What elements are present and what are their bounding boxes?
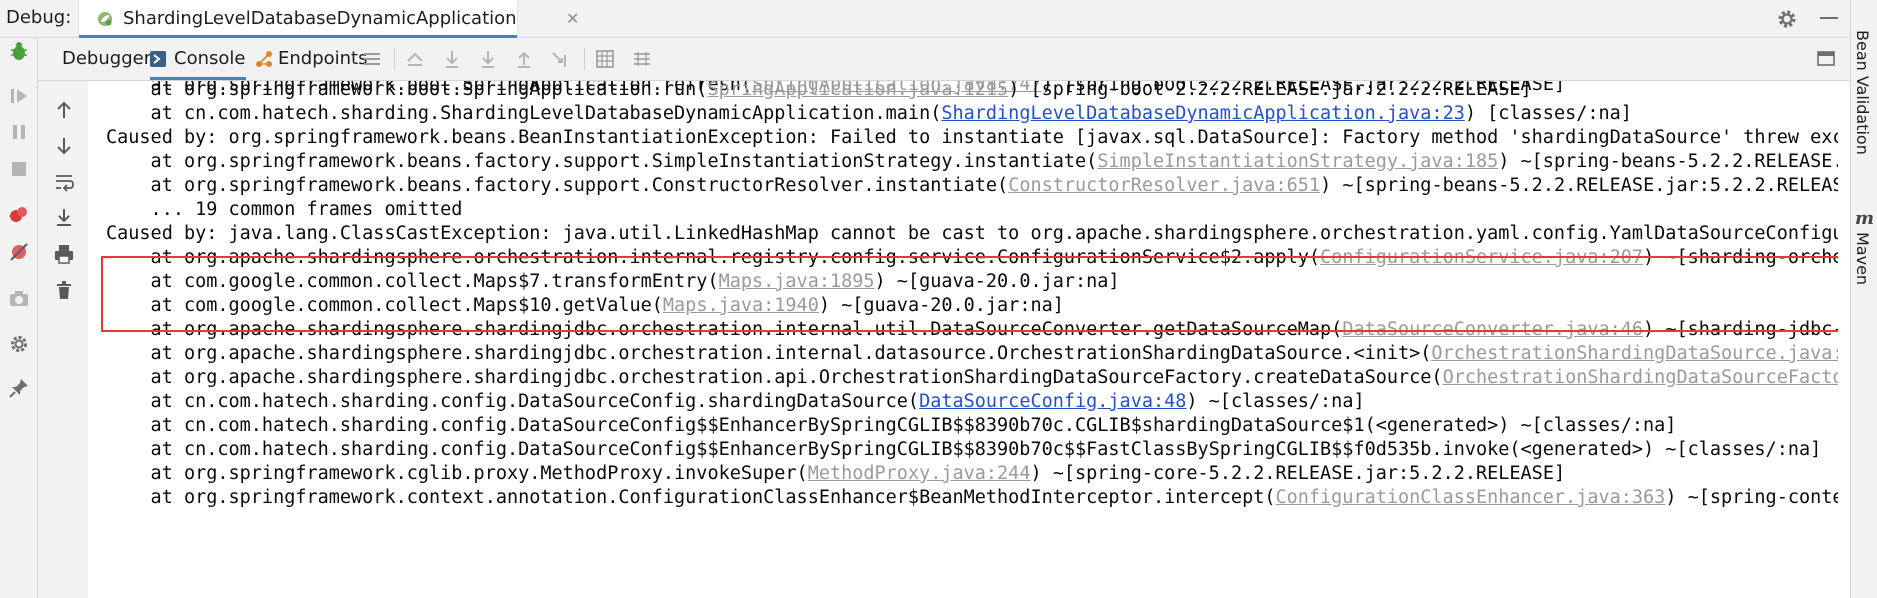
source-link[interactable]: MethodProxy.java:244 [808,463,1031,484]
show-execution-point-icon[interactable] [405,49,425,69]
source-link[interactable]: OrchestrationShardingDataSource.java:64 [1431,343,1838,364]
step-into-icon[interactable] [478,49,498,69]
console-scrollbar[interactable] [1838,81,1850,598]
console-output[interactable]: at org.springframework.boot.SpringApplic… [88,81,1838,598]
step-over-icon[interactable] [442,49,462,69]
toolbar-separator [584,48,585,70]
debug-tool-window-header: Debug: ShardingLevelDatabaseDynamicAppli… [0,0,1877,38]
run-to-cursor-icon[interactable] [550,49,570,69]
run-configuration-tab[interactable]: ShardingLevelDatabaseDynamicApplication … [78,0,579,38]
view-breakpoints-icon[interactable] [8,204,30,226]
scroll-to-end-icon[interactable] [53,207,75,229]
source-link[interactable]: ConfigurationClassEnhancer.java:363 [1275,487,1665,508]
evaluate-expression-icon[interactable] [595,49,615,69]
toolbar-separator [394,48,395,70]
right-tool-sidebar: Bean Validation m Maven [1850,0,1877,598]
resume-icon[interactable] [8,85,30,107]
print-icon[interactable] [53,243,75,265]
pin-icon[interactable] [8,377,30,399]
stop-icon[interactable] [8,158,30,180]
source-link[interactable]: ConstructorResolver.java:651 [1008,175,1320,196]
tab-debugger[interactable]: Debugger [62,38,151,80]
tab-console[interactable]: Console [150,38,246,80]
down-the-stack-icon[interactable] [53,135,75,157]
soft-wrap-icon[interactable] [53,171,75,193]
bean-validation-tab[interactable]: Bean Validation [1853,30,1872,155]
source-link[interactable]: SimpleInstantiationStrategy.java:185 [1097,151,1498,172]
source-link[interactable]: OrchestrationShardingDataSourceFactory.j… [1443,367,1838,388]
up-the-stack-icon[interactable] [53,99,75,121]
layout-icon[interactable] [1816,49,1836,69]
bug-icon[interactable] [8,40,30,62]
tab-endpoints[interactable]: Endpoints [254,38,368,80]
maven-tab[interactable]: Maven [1853,232,1872,285]
tab-endpoints-label: Endpoints [278,48,368,69]
source-link[interactable]: DataSourceConfig.java:48 [919,391,1186,412]
close-tab-icon[interactable]: ✕ [566,9,579,28]
source-link[interactable]: SpringApplication.java:1215 [707,81,1008,100]
console-line: at org.springframework.context.annotatio… [106,487,1838,508]
endpoints-icon [256,51,272,67]
settings-icon[interactable] [8,333,30,355]
pause-icon[interactable] [8,121,30,143]
debug-actions-gutter [0,38,38,598]
tab-console-label: Console [174,48,246,69]
clear-all-icon[interactable] [53,279,75,301]
mute-breakpoints-icon[interactable] [8,241,30,263]
step-out-icon[interactable] [514,49,534,69]
camera-icon[interactable] [8,288,30,310]
trace-stream-icon[interactable] [632,49,652,69]
gear-icon[interactable] [1776,8,1798,30]
maven-icon: m [1855,208,1875,229]
highlight-annotation-box [101,256,1860,332]
console-actions [38,81,88,598]
minimize-icon[interactable] [1820,17,1838,19]
debug-toolbar: Debugger Console Endpoints [38,38,1850,81]
debug-title: Debug: [6,7,72,28]
source-link[interactable]: ShardingLevelDatabaseDynamicApplication.… [941,103,1464,124]
console-icon [150,51,166,67]
menu-icon[interactable] [362,49,382,69]
spring-boot-icon [98,12,112,26]
run-tab-label: ShardingLevelDatabaseDynamicApplication [123,8,517,29]
